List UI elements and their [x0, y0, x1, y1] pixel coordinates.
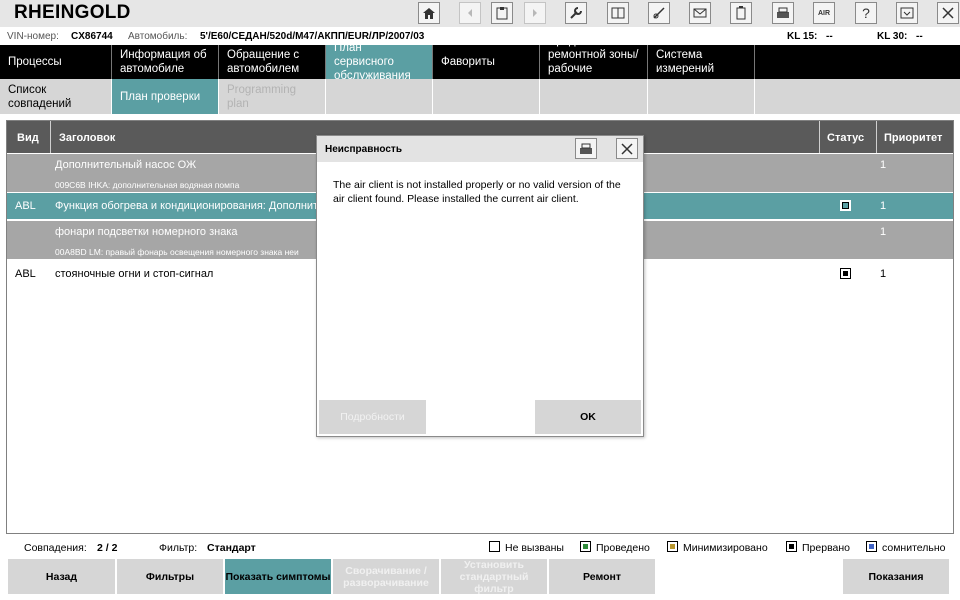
details-button[interactable]: Подробности — [319, 400, 426, 434]
row-priority: 1 — [880, 268, 887, 280]
row-priority: 1 — [880, 200, 887, 212]
data-icon[interactable] — [607, 2, 629, 24]
main-nav: Процессы Информация об автомобиле Обраще… — [0, 42, 960, 82]
subtab-empty-4 — [648, 79, 755, 114]
row-subtitle: 00A8BD LM: правый фонарь освещения номер… — [55, 247, 299, 257]
ok-button[interactable]: OK — [535, 400, 641, 434]
legend-done-icon — [580, 541, 591, 552]
vehicle-info-bar: VIN-номер: CX86744 Автомобиль: 5'/E60/СЕ… — [0, 27, 960, 45]
legend-minimized: Минимизировано — [683, 542, 768, 554]
air-icon[interactable]: AIR — [813, 2, 835, 24]
matches-label: Совпадения: — [24, 542, 87, 554]
status-indicator — [840, 268, 851, 279]
collapse-expand-button[interactable]: Сворачивание / разворачивание — [333, 559, 439, 594]
status-indicator — [840, 200, 851, 211]
filters-button[interactable]: Фильтры — [117, 559, 223, 594]
set-standard-filter-button[interactable]: Установить стандартный фильтр — [441, 559, 547, 594]
minimize-icon[interactable] — [896, 2, 918, 24]
status-bar: Совпадения: 2 / 2 Фильтр: Стандарт Не вы… — [0, 536, 960, 558]
header-priority[interactable]: Приоритет — [884, 132, 942, 144]
wrench-icon[interactable] — [565, 2, 587, 24]
tab-processes[interactable]: Процессы — [0, 45, 112, 79]
row-title: Функция обогрева и кондиционирования: До… — [55, 200, 331, 212]
top-bar: RHEINGOLD AIR ? — [0, 0, 960, 27]
subtab-empty-2 — [433, 79, 540, 114]
subtab-programming-plan[interactable]: Programming plan — [219, 79, 326, 114]
subtab-empty-1 — [326, 79, 433, 114]
filter-label: Фильтр: — [159, 542, 198, 554]
kl30-value: -- — [916, 31, 923, 42]
subtab-empty-3 — [540, 79, 648, 114]
legend-aborted: Прервано — [802, 542, 851, 554]
battery-icon[interactable] — [730, 2, 752, 24]
tab-vehicle-handling[interactable]: Обращение с автомобилем — [219, 45, 326, 79]
kl15-value: -- — [826, 31, 833, 42]
legend-aborted-icon — [786, 541, 797, 552]
mail-icon[interactable] — [689, 2, 711, 24]
dialog-close-icon[interactable] — [616, 138, 638, 159]
legend-not-called: Не вызваны — [505, 542, 564, 554]
row-subtitle: 009C6B IHKA: дополнительная водяная помп… — [55, 180, 240, 190]
dialog-print-icon[interactable] — [575, 138, 597, 159]
header-title[interactable]: Заголовок — [59, 132, 115, 144]
dialog-message: The air client is not installed properly… — [333, 179, 621, 205]
clipboard-icon[interactable] — [491, 2, 513, 24]
error-dialog: Неисправность The air client is not inst… — [316, 135, 644, 437]
row-kind: ABL — [15, 200, 36, 212]
vin-label: VIN-номер: — [7, 31, 59, 42]
subtab-match-list[interactable]: Список совпадений — [0, 79, 112, 114]
kl15-label: KL 15: — [787, 31, 818, 42]
legend-not-called-icon — [489, 541, 500, 552]
header-status[interactable]: Статус — [827, 132, 864, 144]
vin-value: CX86744 — [71, 31, 113, 42]
tab-measurement-system[interactable]: Система измерений — [648, 45, 755, 79]
filter-value: Стандарт — [207, 542, 256, 554]
header-kind[interactable]: Вид — [17, 132, 39, 144]
legend-minimized-icon — [667, 541, 678, 552]
car-label: Автомобиль: — [128, 31, 188, 42]
bottom-button-row: Назад Фильтры Показать симптомы Сворачив… — [0, 559, 960, 595]
row-priority: 1 — [880, 159, 887, 171]
back-icon[interactable] — [459, 2, 481, 24]
dialog-title: Неисправность — [325, 144, 402, 155]
back-button[interactable]: Назад — [8, 559, 115, 594]
gauge-icon[interactable] — [648, 2, 670, 24]
kl30-label: KL 30: — [877, 31, 908, 42]
matches-value: 2 / 2 — [97, 542, 118, 554]
tab-workshop-tools[interactable]: Средства ремонтной зоны/ рабочие жидкост… — [540, 45, 648, 79]
readings-button[interactable]: Показания — [843, 559, 949, 594]
row-title: фонари подсветки номерного знака — [55, 226, 238, 238]
close-icon[interactable] — [937, 2, 959, 24]
dialog-header: Неисправность — [317, 136, 643, 162]
app-title: RHEINGOLD — [14, 2, 131, 23]
legend-done: Проведено — [596, 542, 650, 554]
tab-vehicle-info[interactable]: Информация об автомобиле — [112, 45, 219, 79]
legend-doubtful-icon — [866, 541, 877, 552]
row-title: стояночные огни и стоп-сигнал — [55, 268, 214, 280]
help-icon[interactable]: ? — [855, 2, 877, 24]
repair-button[interactable]: Ремонт — [549, 559, 655, 594]
tab-favorites[interactable]: Фавориты — [433, 45, 540, 79]
print-icon[interactable] — [772, 2, 794, 24]
forward-icon[interactable] — [524, 2, 546, 24]
row-title: Дополнительный насос ОЖ — [55, 159, 197, 171]
show-symptoms-button[interactable]: Показать симптомы — [225, 559, 331, 594]
sub-nav: Список совпадений План проверки Programm… — [0, 79, 960, 114]
row-priority: 1 — [880, 226, 887, 238]
subtab-check-plan[interactable]: План проверки — [112, 79, 219, 114]
tab-service-plan[interactable]: План сервисного обслуживания — [326, 42, 433, 82]
legend-doubtful: сомнительно — [882, 542, 946, 554]
row-kind: ABL — [15, 268, 36, 280]
home-icon[interactable] — [418, 2, 440, 24]
